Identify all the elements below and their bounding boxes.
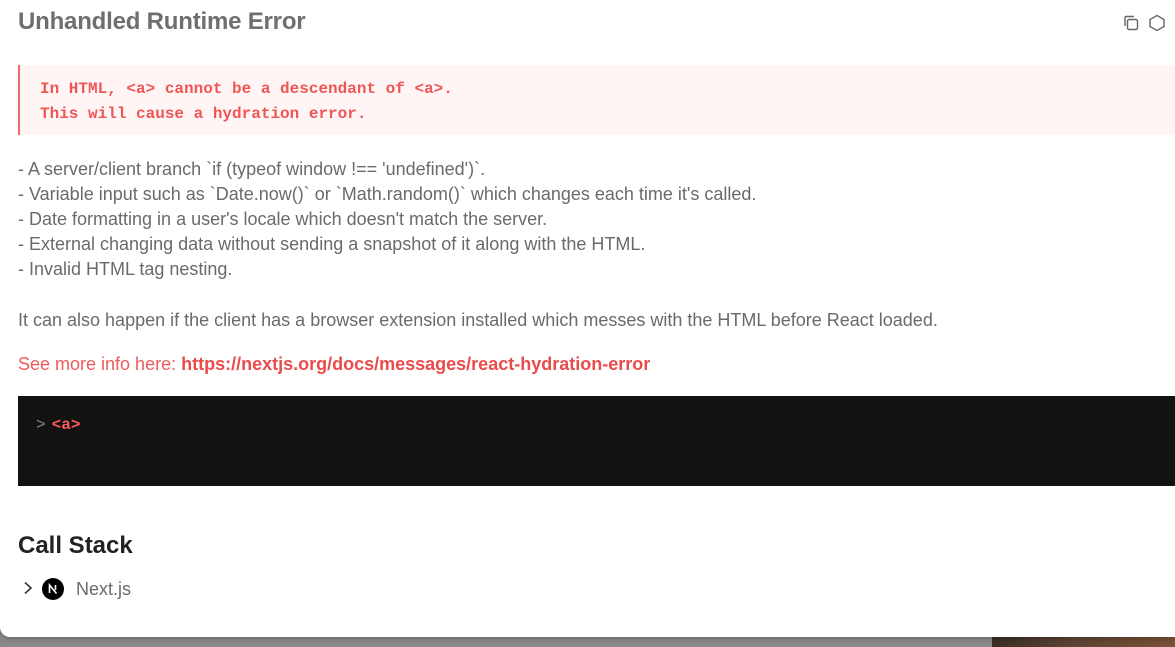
list-item: - Date formatting in a user's locale whi… xyxy=(18,209,548,229)
list-item: - External changing data without sending… xyxy=(18,234,646,254)
extension-note: It can also happen if the client has a b… xyxy=(18,310,938,330)
more-info-prefix: See more info here: xyxy=(18,354,182,374)
code-frame: > <a> xyxy=(18,396,1175,486)
chevron-right-icon[interactable] xyxy=(22,579,36,600)
more-info-line: See more info here: https://nextjs.org/d… xyxy=(18,352,650,377)
copy-icon[interactable] xyxy=(1121,12,1141,34)
call-stack-frame-nextjs[interactable]: Next.js xyxy=(22,576,131,602)
error-message-line: This will cause a hydration error. xyxy=(40,105,367,123)
error-message-line: In HTML, <a> cannot be a descendant of <… xyxy=(40,80,453,98)
call-stack-frame-label: Next.js xyxy=(76,578,132,599)
hydration-causes-list: - A server/client branch `if (typeof win… xyxy=(18,157,756,282)
error-overlay-dialog: Unhandled Runtime Error In HTML, <a> can… xyxy=(0,0,1175,637)
list-item: - A server/client branch `if (typeof win… xyxy=(18,159,486,179)
nextjs-logo-icon xyxy=(42,578,64,600)
list-item: - Variable input such as `Date.now()` or… xyxy=(18,184,757,204)
nextjs-docs-icon[interactable] xyxy=(1147,12,1167,34)
hydration-docs-link[interactable]: https://nextjs.org/docs/messages/react-h… xyxy=(181,354,650,374)
dialog-title: Unhandled Runtime Error xyxy=(18,8,306,35)
header-actions xyxy=(1121,12,1167,34)
error-message-box: In HTML, <a> cannot be a descendant of <… xyxy=(18,65,1175,135)
call-stack-heading: Call Stack xyxy=(18,532,133,559)
chevron-right-icon: > xyxy=(36,416,46,434)
list-item: - Invalid HTML tag nesting. xyxy=(18,259,233,279)
code-frame-text: <a> xyxy=(51,416,81,434)
